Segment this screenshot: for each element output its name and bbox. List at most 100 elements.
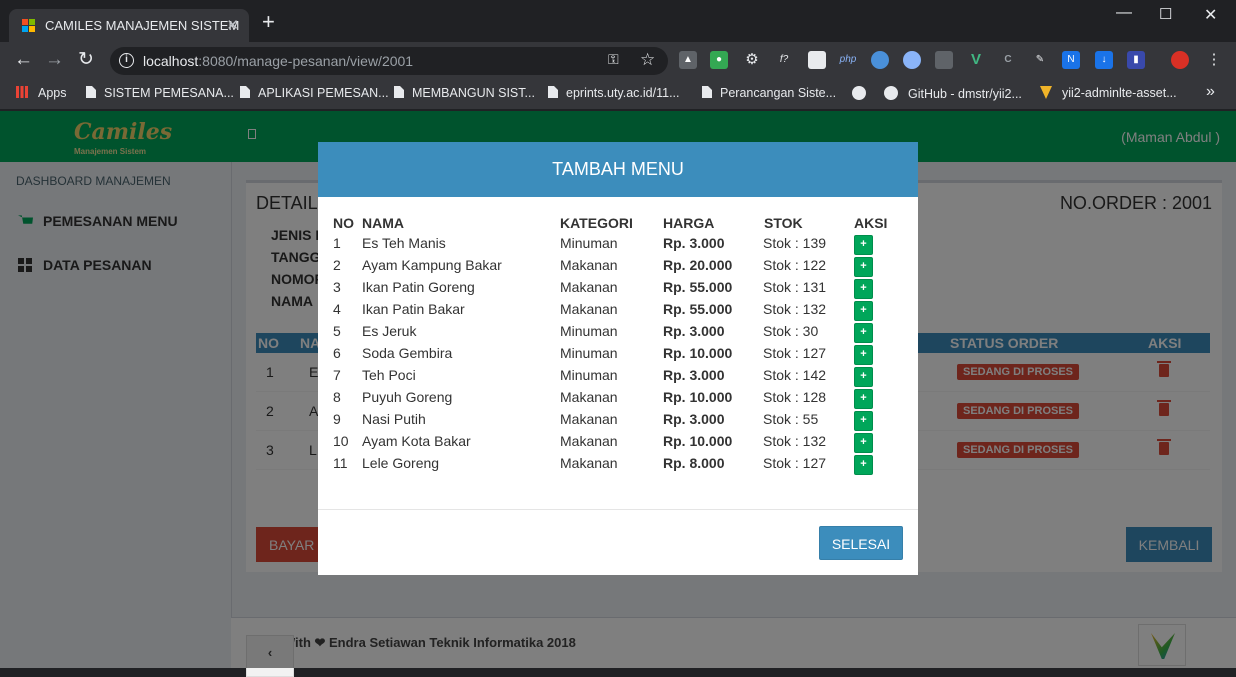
list-item: 2 Ayam Kampung Bakar Makanan Rp. 20.000 Stok… xyxy=(318,256,918,278)
favicon-icon xyxy=(22,19,36,33)
menu-nama: Teh Poci xyxy=(362,367,416,383)
selesai-button[interactable]: SELESAI xyxy=(819,526,903,560)
code-extension-icon[interactable]: C xyxy=(999,51,1017,69)
menu-nama: Ikan Patin Goreng xyxy=(362,279,475,295)
add-menu-button[interactable]: + xyxy=(854,389,873,409)
maximize-icon[interactable]: ☐ xyxy=(1159,5,1172,23)
doc-icon xyxy=(240,86,250,98)
bookmark-github[interactable]: GitHub - dmstr/yii2... xyxy=(884,86,1022,101)
info-icon[interactable]: i xyxy=(119,53,134,68)
color-extension-icon[interactable]: ● xyxy=(710,51,728,69)
formula-extension-icon[interactable]: f? xyxy=(775,51,793,69)
modal-title: TAMBAH MENU xyxy=(318,142,918,197)
add-menu-button[interactable]: + xyxy=(854,367,873,387)
menu-nama: Puyuh Goreng xyxy=(362,389,453,405)
col-header-stok: STOK xyxy=(764,215,803,231)
forward-icon[interactable]: → xyxy=(45,50,64,70)
menu-nama: Es Jeruk xyxy=(362,323,417,339)
bookmarks-more-icon[interactable]: » xyxy=(1206,83,1215,101)
menu-nama: Ayam Kampung Bakar xyxy=(362,257,502,273)
menu-kategori: Minuman xyxy=(560,323,618,339)
menu-harga: Rp. 55.000 xyxy=(663,301,733,317)
bookmark-1[interactable]: SISTEM PEMESANA... xyxy=(86,86,234,100)
browser-toolbar: ← → ↻ i localhost:8080/manage-pesanan/vi… xyxy=(0,42,1236,80)
list-item: 8 Puyuh Goreng Makanan Rp. 10.000 Stok : 128… xyxy=(318,388,918,410)
menu-kategori: Makanan xyxy=(560,455,618,471)
list-item: 1 Es Teh Manis Minuman Rp. 3.000 Stok : 139 + xyxy=(318,234,918,256)
pdf-extension-icon[interactable]: ▮ xyxy=(1127,51,1145,69)
reload-icon[interactable]: ↻ xyxy=(78,50,94,70)
menu-no: 11 xyxy=(333,455,348,471)
col-header-nama: NAMA xyxy=(362,215,404,231)
menu-nama: Soda Gembira xyxy=(362,345,453,361)
list-item: 3 Ikan Patin Goreng Makanan Rp. 55.000 Stok … xyxy=(318,278,918,300)
download-extension-icon[interactable]: ↓ xyxy=(1095,51,1113,69)
drive-extension-icon[interactable]: ▲ xyxy=(679,51,697,69)
github-icon xyxy=(884,86,898,100)
bookmarks-bar: Apps SISTEM PEMESANA... APLIKASI PEMESAN… xyxy=(0,80,1236,110)
menu-no: 10 xyxy=(333,433,349,449)
circle-extension-icon[interactable] xyxy=(903,51,921,69)
menu-harga: Rp. 3.000 xyxy=(663,323,725,339)
add-menu-button[interactable]: + xyxy=(854,411,873,431)
menu-nama: Ikan Patin Bakar xyxy=(362,301,465,317)
tambah-menu-modal: TAMBAH MENU NO NAMA KATEGORI HARGA STOK … xyxy=(318,142,918,575)
add-menu-button[interactable]: + xyxy=(854,455,873,475)
add-menu-button[interactable]: + xyxy=(854,345,873,365)
menu-harga: Rp. 55.000 xyxy=(663,279,733,295)
add-menu-button[interactable]: + xyxy=(854,433,873,453)
new-extension-icon[interactable]: N xyxy=(1062,51,1080,69)
browser-tabbar: CAMILES MANAJEMEN SISTEM ✕ + — ☐ ✕ xyxy=(0,0,1236,42)
menu-no: 5 xyxy=(333,323,341,339)
menu-kategori: Makanan xyxy=(560,257,618,273)
menu-no: 8 xyxy=(333,389,341,405)
add-menu-button[interactable]: + xyxy=(854,279,873,299)
menu-nama: Nasi Putih xyxy=(362,411,426,427)
url-text[interactable]: localhost:8080/manage-pesanan/view/2001 xyxy=(143,53,413,69)
col-header-harga: HARGA xyxy=(663,215,715,231)
menu-harga: Rp. 20.000 xyxy=(663,257,733,273)
bookmark-5[interactable]: Perancangan Siste... xyxy=(702,86,836,100)
back-icon[interactable]: ← xyxy=(14,50,33,70)
address-bar[interactable]: i localhost:8080/manage-pesanan/view/200… xyxy=(110,47,668,75)
bookmark-3[interactable]: MEMBANGUN SIST... xyxy=(394,86,535,100)
globe-icon xyxy=(852,86,866,100)
bookmark-4[interactable]: eprints.uty.ac.id/11... xyxy=(548,86,679,100)
sheet-extension-icon[interactable] xyxy=(808,51,826,69)
doc-icon xyxy=(702,86,712,98)
star-icon[interactable]: ☆ xyxy=(640,50,655,70)
menu-nama: Lele Goreng xyxy=(362,455,440,471)
apps-grid-icon xyxy=(16,86,28,98)
gear-extension-icon[interactable]: ⚙ xyxy=(743,51,761,69)
browser-tab[interactable]: CAMILES MANAJEMEN SISTEM ✕ xyxy=(9,9,249,42)
add-menu-button[interactable]: + xyxy=(854,301,873,321)
menu-stok: Stok : 55 xyxy=(763,411,819,427)
menu-stok: Stok : 127 xyxy=(763,345,827,361)
vue-extension-icon[interactable]: V xyxy=(967,51,985,69)
menu-stok: Stok : 131 xyxy=(763,279,827,295)
key-icon[interactable]: ⚿ xyxy=(608,51,619,68)
menu-no: 1 xyxy=(333,235,341,251)
new-tab-button[interactable]: + xyxy=(262,11,275,33)
tab-close-icon[interactable]: ✕ xyxy=(226,16,239,34)
list-item: 10 Ayam Kota Bakar Makanan Rp. 10.000 Stok :… xyxy=(318,432,918,454)
gamepad-extension-icon[interactable] xyxy=(935,51,953,69)
close-window-icon[interactable]: ✕ xyxy=(1204,5,1217,25)
col-header-kategori: KATEGORI xyxy=(560,215,633,231)
pen-extension-icon[interactable]: ✎ xyxy=(1031,51,1049,69)
globe-extension-icon[interactable] xyxy=(871,51,889,69)
bookmark-yii2[interactable]: yii2-adminlte-asset... xyxy=(1040,86,1177,100)
menu-harga: Rp. 10.000 xyxy=(663,389,733,405)
doc-icon xyxy=(548,86,558,98)
add-menu-button[interactable]: + xyxy=(854,257,873,277)
bookmark-2[interactable]: APLIKASI PEMESAN... xyxy=(240,86,389,100)
menu-harga: Rp. 10.000 xyxy=(663,345,733,361)
php-extension-icon[interactable]: php xyxy=(839,51,857,69)
avatar[interactable] xyxy=(1171,51,1189,69)
add-menu-button[interactable]: + xyxy=(854,235,873,255)
menu-dots-icon[interactable]: ⋮ xyxy=(1205,51,1223,69)
add-menu-button[interactable]: + xyxy=(854,323,873,343)
bookmark-apps[interactable]: Apps xyxy=(16,86,67,100)
minimize-icon[interactable]: — xyxy=(1116,4,1132,22)
bookmark-6[interactable] xyxy=(852,86,876,101)
